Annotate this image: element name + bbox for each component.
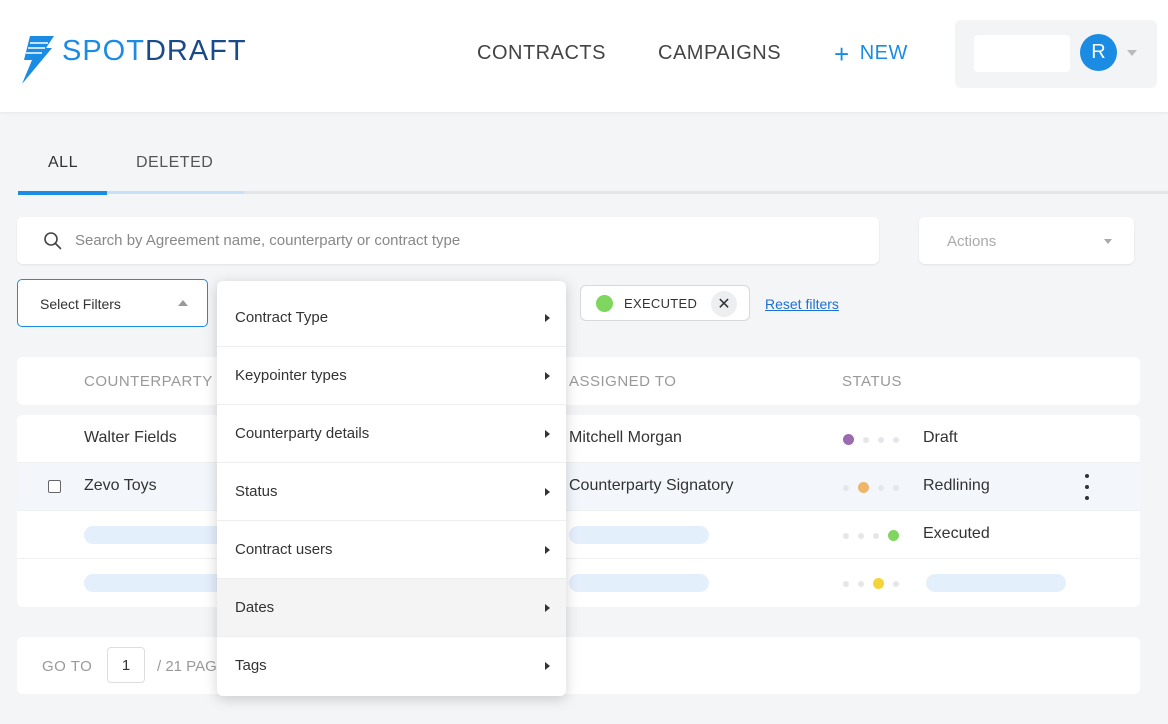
filter-menu-item-tags[interactable]: Tags xyxy=(217,637,566,695)
contracts-table: Walter Fields Mitchell Morgan Draft Zevo… xyxy=(17,415,1140,607)
filter-menu-item-contract-users[interactable]: Contract users xyxy=(217,521,566,579)
counterparty-cell: Zevo Toys xyxy=(84,477,157,494)
logo-text: SPOTDRAFT xyxy=(62,34,247,67)
tab-all[interactable]: ALL xyxy=(48,154,78,172)
column-assigned-to[interactable]: ASSIGNED TO xyxy=(569,373,676,390)
nav-contracts[interactable]: CONTRACTS xyxy=(477,42,606,65)
avatar[interactable]: R xyxy=(1080,34,1117,71)
new-button[interactable]: + NEW xyxy=(834,38,908,69)
menu-item-label: Keypointer types xyxy=(235,367,347,384)
loading-placeholder xyxy=(569,526,709,544)
nav-campaigns[interactable]: CAMPAIGNS xyxy=(658,42,781,65)
filter-menu-item-keypointer-types[interactable]: Keypointer types xyxy=(217,347,566,405)
row-checkbox[interactable] xyxy=(48,480,61,493)
chevron-right-icon xyxy=(545,314,550,322)
app-header: SPOTDRAFT CONTRACTS CAMPAIGNS + NEW R xyxy=(0,0,1168,112)
status-cell: Draft xyxy=(923,429,958,446)
filter-menu-item-status[interactable]: Status xyxy=(217,463,566,521)
menu-item-label: Contract users xyxy=(235,541,333,558)
actions-dropdown[interactable]: Actions xyxy=(919,217,1134,264)
table-row[interactable]: Zevo Toys Counterparty Signatory Redlini… xyxy=(17,463,1140,511)
loading-placeholder xyxy=(84,574,224,592)
select-filters-label: Select Filters xyxy=(40,296,121,312)
page-number-input[interactable]: 1 xyxy=(107,647,145,683)
status-progress-dots xyxy=(843,578,899,589)
chevron-right-icon xyxy=(545,372,550,380)
column-status[interactable]: STATUS xyxy=(842,373,902,390)
tab-deleted[interactable]: DELETED xyxy=(136,154,213,172)
tab-all-active-indicator xyxy=(18,191,107,195)
column-counterparty[interactable]: COUNTERPARTY xyxy=(84,373,213,390)
status-cell: Executed xyxy=(923,525,990,542)
chevron-up-icon xyxy=(178,300,188,306)
chevron-right-icon xyxy=(545,604,550,612)
more-options-icon[interactable] xyxy=(1085,474,1089,500)
status-progress-dots xyxy=(843,482,899,493)
executed-filter-chip: EXECUTED ✕ xyxy=(580,285,750,321)
select-filters-dropdown[interactable]: Select Filters xyxy=(17,279,208,327)
chevron-right-icon xyxy=(545,546,550,554)
search-bar xyxy=(17,217,879,264)
counterparty-cell: Walter Fields xyxy=(84,429,177,446)
filter-menu-item-contract-type[interactable]: Contract Type xyxy=(217,289,566,347)
chevron-right-icon xyxy=(545,662,550,670)
contract-tabs: ALL DELETED xyxy=(18,140,1168,196)
user-name-placeholder xyxy=(974,35,1070,72)
assigned-to-cell: Counterparty Signatory xyxy=(569,477,734,494)
status-cell: Redlining xyxy=(923,477,990,494)
search-input[interactable] xyxy=(75,232,775,249)
table-row[interactable]: Executed xyxy=(17,511,1140,559)
chevron-right-icon xyxy=(545,430,550,438)
pagination: GO TO 1 / 21 PAGES xyxy=(17,637,1140,694)
status-progress-dots xyxy=(843,434,899,445)
assigned-to-cell: Mitchell Morgan xyxy=(569,429,682,446)
chevron-right-icon xyxy=(545,488,550,496)
search-icon xyxy=(44,231,62,249)
reset-filters-link[interactable]: Reset filters xyxy=(765,296,839,312)
status-dot-icon xyxy=(596,295,613,312)
menu-item-label: Counterparty details xyxy=(235,425,370,442)
user-menu[interactable]: R xyxy=(955,20,1157,88)
menu-item-label: Status xyxy=(235,483,278,500)
actions-label: Actions xyxy=(947,233,997,250)
loading-placeholder xyxy=(569,574,709,592)
loading-placeholder xyxy=(926,574,1066,592)
menu-item-label: Dates xyxy=(235,599,275,616)
menu-item-label: Contract Type xyxy=(235,309,329,326)
filter-menu-item-dates[interactable]: Dates xyxy=(217,579,566,637)
goto-label: GO TO xyxy=(42,658,93,675)
new-label: NEW xyxy=(859,42,908,64)
lightning-logo-icon xyxy=(22,36,54,84)
table-header: COUNTERPARTY ASSIGNED TO STATUS xyxy=(17,357,1140,405)
status-progress-dots xyxy=(843,530,899,541)
chevron-down-icon[interactable] xyxy=(1127,50,1137,56)
loading-placeholder xyxy=(84,526,224,544)
plus-icon: + xyxy=(834,38,850,69)
chevron-down-icon xyxy=(1104,239,1112,244)
spotdraft-logo[interactable]: SPOTDRAFT xyxy=(16,34,247,86)
table-row[interactable] xyxy=(17,559,1140,607)
close-icon[interactable]: ✕ xyxy=(711,291,737,317)
filter-menu-item-counterparty-details[interactable]: Counterparty details xyxy=(217,405,566,463)
filter-menu: Contract Type Keypointer types Counterpa… xyxy=(217,281,566,696)
chip-label: EXECUTED xyxy=(624,296,698,311)
menu-item-label: Tags xyxy=(235,657,267,674)
tab-deleted-underline xyxy=(107,191,244,194)
table-row[interactable]: Walter Fields Mitchell Morgan Draft xyxy=(17,415,1140,463)
